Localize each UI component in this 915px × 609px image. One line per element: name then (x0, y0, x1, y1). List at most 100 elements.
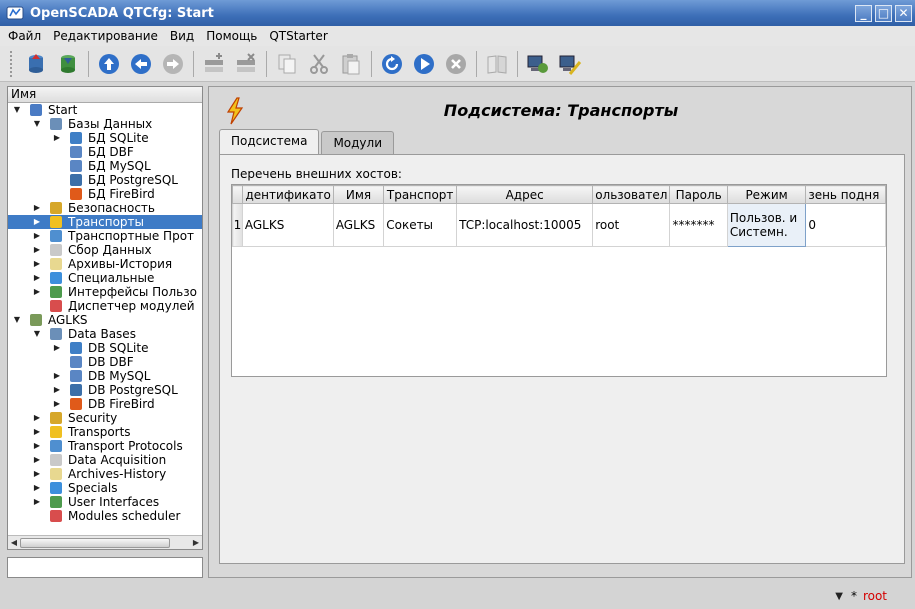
tree-item[interactable]: БД DBF (8, 145, 202, 159)
tree-item[interactable]: БД FireBird (8, 187, 202, 201)
expand-arrow-icon[interactable]: ▶ (52, 131, 62, 145)
row-number[interactable]: 1 (232, 203, 243, 247)
column-header-transport[interactable]: Транспорт (383, 185, 458, 204)
cell-id[interactable]: AGLKS (241, 203, 334, 247)
expand-arrow-icon[interactable]: ▶ (52, 341, 62, 355)
tree-item[interactable]: ▶ Сбор Данных (8, 243, 202, 257)
tree-item[interactable]: ▶ Специальные (8, 271, 202, 285)
tree-item[interactable]: БД MySQL (8, 159, 202, 173)
expand-arrow-icon[interactable]: ▶ (32, 271, 42, 285)
column-header-password[interactable]: Пароль (669, 185, 728, 204)
db-save-button[interactable] (55, 51, 81, 77)
tree-item[interactable]: ▶ Security (8, 411, 202, 425)
cell-address[interactable]: TCP:localhost:10005 (456, 203, 594, 247)
expand-arrow-icon[interactable]: ▶ (32, 215, 42, 229)
expand-arrow-icon[interactable]: ▶ (32, 201, 42, 215)
maximize-button[interactable]: □ (875, 4, 892, 22)
expand-arrow-icon[interactable]: ▶ (32, 467, 42, 481)
collapse-arrow-icon[interactable]: ▼ (12, 313, 22, 327)
expand-arrow-icon[interactable]: ▶ (32, 439, 42, 453)
tree-item[interactable]: ▶ DB SQLite (8, 341, 202, 355)
tree-item[interactable]: Modules scheduler (8, 509, 202, 523)
delete-item-button[interactable] (233, 51, 259, 77)
collapse-arrow-icon[interactable]: ▼ (12, 103, 22, 117)
column-header-mode[interactable]: Режим (726, 185, 807, 204)
manual-button[interactable] (484, 51, 510, 77)
refresh-button[interactable] (379, 51, 405, 77)
paste-button[interactable] (338, 51, 364, 77)
tab-subsystem[interactable]: Подсистема (219, 129, 320, 154)
close-window-button[interactable]: ✕ (895, 4, 912, 22)
go-forward-button[interactable] (160, 51, 186, 77)
tree-item[interactable]: ▶ Интерфейсы Пользо (8, 285, 202, 299)
tree-column-header[interactable]: Имя (8, 87, 202, 103)
tree-item[interactable]: ▶ Data Acquisition (8, 453, 202, 467)
go-back-button[interactable] (128, 51, 154, 77)
tree-item[interactable]: ▶ Транспорты (8, 215, 202, 229)
toolbar-grip[interactable] (10, 50, 14, 77)
tree-item[interactable]: ▶ DB PostgreSQL (8, 383, 202, 397)
tree-item[interactable]: ▶ Transports (8, 425, 202, 439)
expand-arrow-icon[interactable]: ▶ (52, 397, 62, 411)
cell-password[interactable]: ******* (669, 203, 728, 247)
start-button[interactable] (411, 51, 437, 77)
expand-arrow-icon[interactable]: ▶ (32, 229, 42, 243)
expand-arrow-icon[interactable]: ▶ (32, 257, 42, 271)
tree-horizontal-scrollbar[interactable]: ◀ ▶ (8, 535, 202, 549)
go-up-button[interactable] (96, 51, 122, 77)
menu-edit[interactable]: Редактирование (53, 29, 158, 43)
tree-item[interactable]: ▶ Archives-History (8, 467, 202, 481)
tree-item[interactable]: ▶ DB MySQL (8, 369, 202, 383)
cut-button[interactable] (306, 51, 332, 77)
tree-item[interactable]: DB DBF (8, 355, 202, 369)
expand-arrow-icon[interactable]: ▶ (32, 285, 42, 299)
expand-arrow-icon[interactable]: ▶ (32, 481, 42, 495)
tree-filter-input[interactable] (7, 557, 203, 578)
cell-user[interactable]: root (592, 203, 671, 247)
expand-arrow-icon[interactable]: ▶ (32, 453, 42, 467)
db-load-button[interactable] (23, 51, 49, 77)
collapse-arrow-icon[interactable]: ▼ (32, 117, 42, 131)
cell-mode[interactable]: Пользов. и Системн. (726, 203, 807, 247)
scroll-right-icon[interactable]: ▶ (190, 538, 202, 547)
menu-file[interactable]: Файл (8, 29, 41, 43)
tree-item[interactable]: ▶ DB FireBird (8, 397, 202, 411)
tree-item[interactable]: ▼ Start (8, 103, 202, 117)
tree-item[interactable]: ▼ Базы Данных (8, 117, 202, 131)
expand-arrow-icon[interactable]: ▶ (52, 383, 62, 397)
tree-item[interactable]: ▶ Архивы-История (8, 257, 202, 271)
tree-item[interactable]: ▼ AGLKS (8, 313, 202, 327)
status-menu-arrow-icon[interactable]: ▼ (835, 591, 843, 602)
stop-button[interactable] (443, 51, 469, 77)
tree-item[interactable]: БД PostgreSQL (8, 173, 202, 187)
tree-item[interactable]: ▶ Specials (8, 481, 202, 495)
tab-modules[interactable]: Модули (321, 131, 394, 154)
expand-arrow-icon[interactable]: ▶ (32, 411, 42, 425)
column-header-id[interactable]: дентификато (241, 185, 334, 204)
menu-help[interactable]: Помощь (206, 29, 257, 43)
copy-button[interactable] (274, 51, 300, 77)
scroll-left-icon[interactable]: ◀ (8, 538, 20, 547)
expand-arrow-icon[interactable]: ▶ (32, 495, 42, 509)
cell-transport[interactable]: Сокеты (383, 203, 458, 247)
cell-uptime[interactable]: 0 (805, 203, 886, 247)
status-user[interactable]: root (863, 589, 887, 603)
expand-arrow-icon[interactable]: ▶ (32, 243, 42, 257)
menu-view[interactable]: Вид (170, 29, 194, 43)
minimize-button[interactable]: _ (855, 4, 872, 22)
tree-item[interactable]: ▼ Data Bases (8, 327, 202, 341)
collapse-arrow-icon[interactable]: ▼ (32, 327, 42, 341)
scrollbar-thumb[interactable] (20, 537, 170, 548)
tree-item[interactable]: ▶ User Interfaces (8, 495, 202, 509)
tree-item[interactable]: ▶ БД SQLite (8, 131, 202, 145)
tree-item[interactable]: ▶ Транспортные Прот (8, 229, 202, 243)
station-settings-button[interactable] (557, 51, 583, 77)
column-header-user[interactable]: ользовател (592, 185, 671, 204)
tree-item[interactable]: Диспетчер модулей (8, 299, 202, 313)
table-row[interactable]: 1 AGLKS AGLKS Сокеты TCP:localhost:10005… (232, 203, 886, 247)
tree-item[interactable]: ▶ Transport Protocols (8, 439, 202, 453)
station-connect-button[interactable] (525, 51, 551, 77)
navigation-tree[interactable]: ▼ Start ▼ Базы Данных ▶ БД SQLite БД DBF БД MyS… (8, 103, 202, 533)
tree-item[interactable]: ▶ Безопасность (8, 201, 202, 215)
column-header-address[interactable]: Адрес (456, 185, 594, 204)
